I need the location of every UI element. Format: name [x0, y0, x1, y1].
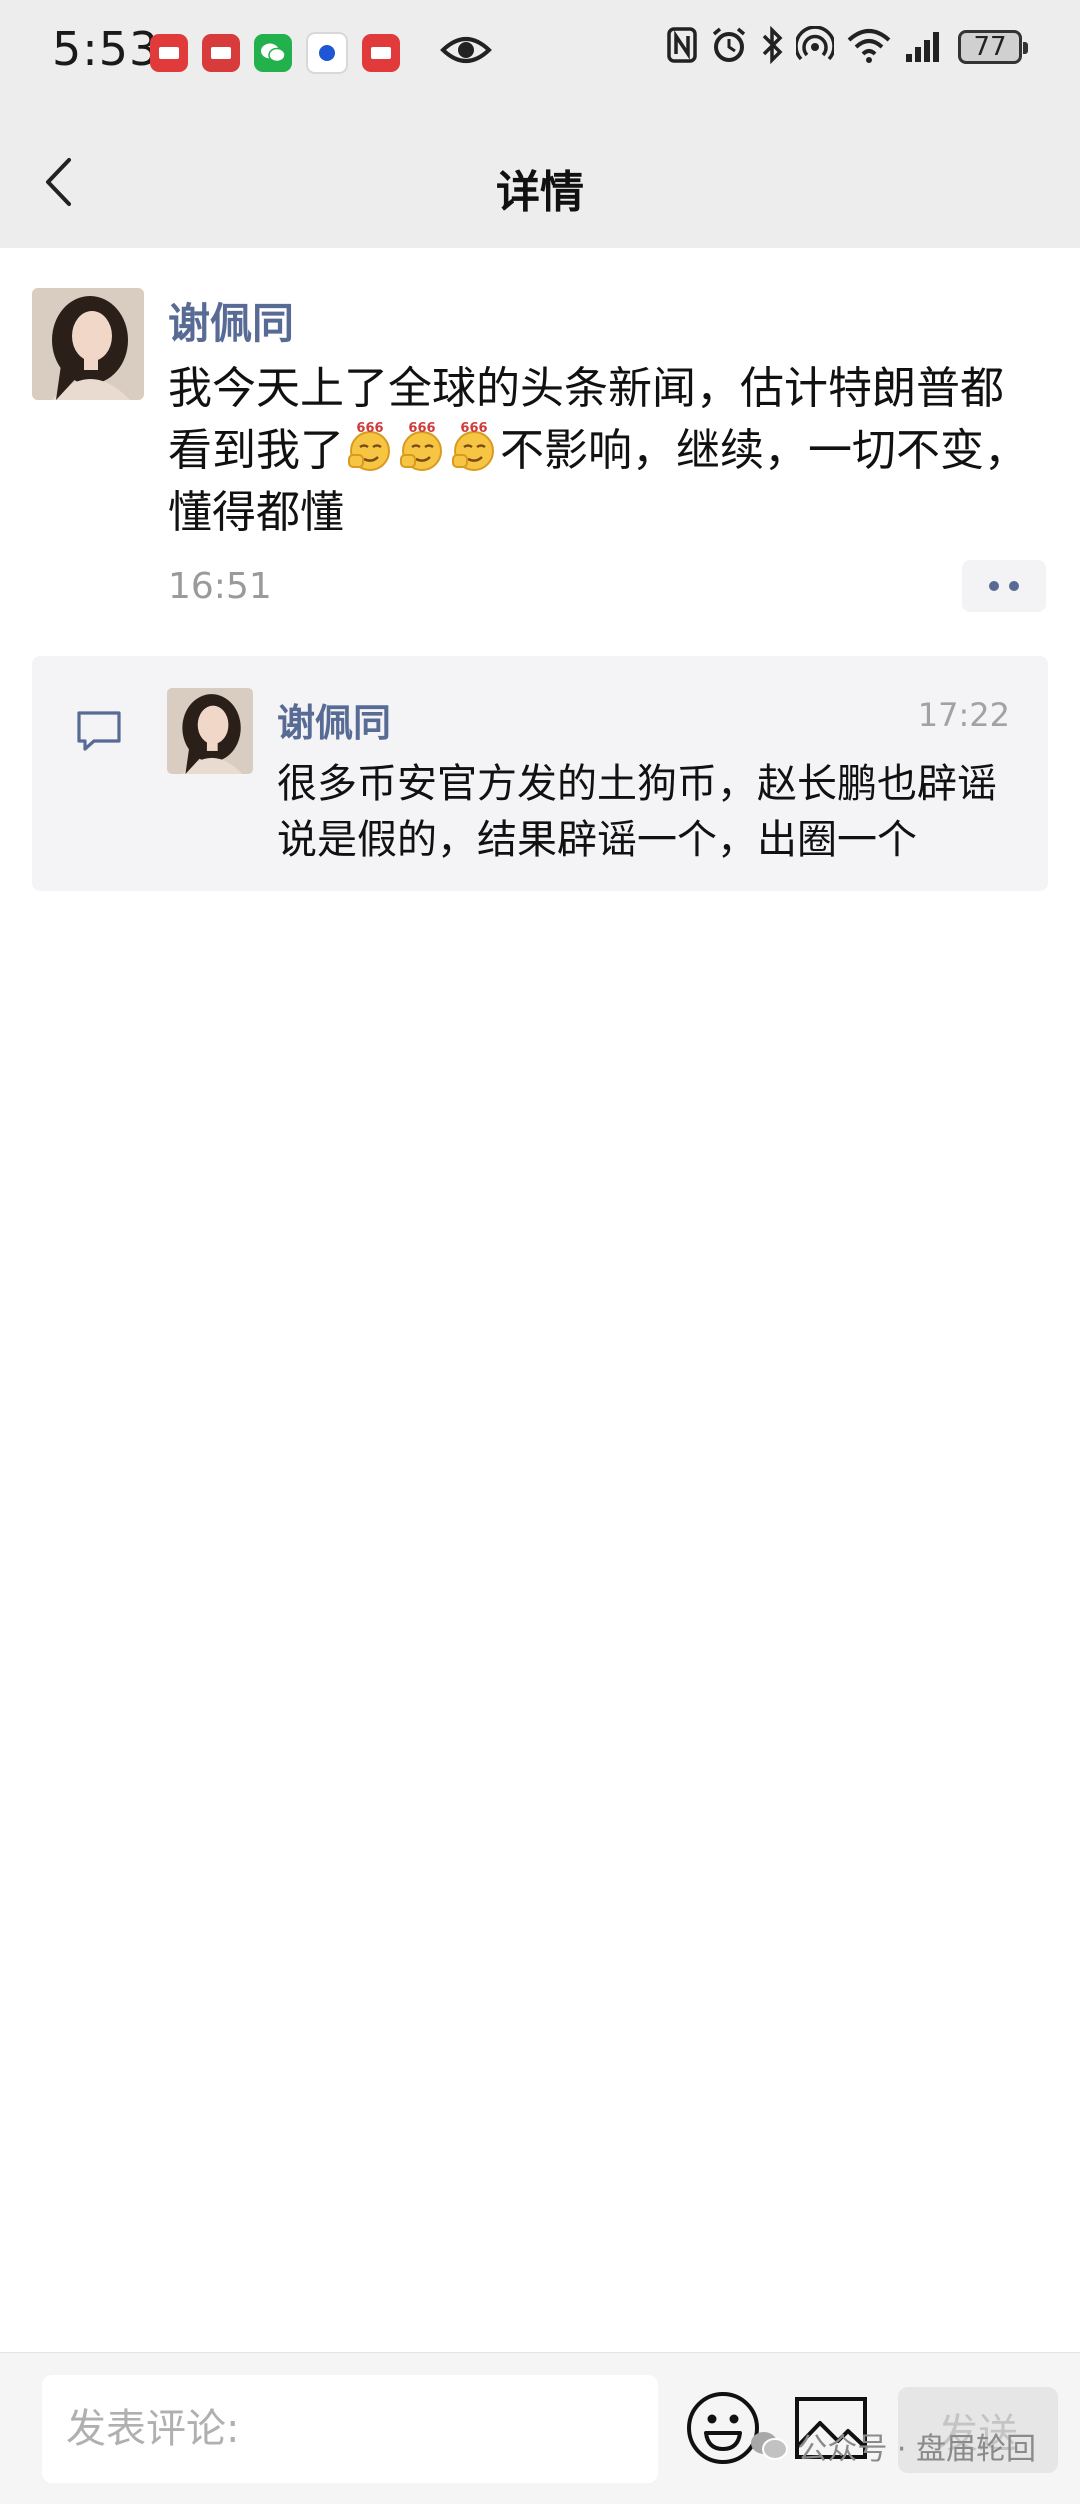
app-notification-icon [306, 32, 348, 74]
watermark: 公众号 · 盘届轮回 [749, 2424, 1036, 2468]
avatar[interactable] [32, 288, 144, 400]
emoji-label: 666 [408, 421, 435, 436]
comment-author[interactable]: 谢佩同 [277, 692, 391, 747]
notification-icons [150, 32, 400, 74]
eye-icon [440, 30, 492, 74]
status-bar: 5:53 77 [0, 0, 1080, 105]
author-name[interactable]: 谢佩同 [168, 290, 294, 351]
post-text: 我今天上了全球的头条新闻，估计特朗普都看到我了 666 666 666 不影响，继续，一… [168, 358, 1038, 544]
app-root: 5:53 77 详情 谢佩同 我今天上了全球的头条新闻，估计特朗普都看到我了 6… [0, 0, 1080, 2504]
more-options-button[interactable] [962, 560, 1046, 612]
system-icons: 77 [666, 25, 1028, 68]
header: 详情 [0, 120, 1080, 245]
battery-indicator: 77 [958, 30, 1028, 64]
wifi-icon [846, 26, 892, 68]
alarm-icon [710, 26, 748, 68]
wechat-logo-icon [751, 2432, 789, 2460]
top-area: 5:53 77 详情 [0, 0, 1080, 248]
comment-icon [74, 708, 124, 758]
watermark-text: 公众号 · 盘届轮回 [797, 2432, 1036, 2467]
comment-list: 谢佩同 17:22 很多币安官方发的土狗币，赵长鹏也辟谣说是假的，结果辟谣一个，… [32, 656, 1048, 891]
comment-time: 17:22 [917, 696, 1010, 734]
comment-avatar[interactable] [167, 688, 253, 774]
dot-icon [1009, 581, 1019, 591]
smirk-666-emoji-icon: 666 [448, 421, 500, 473]
avatar-photo-icon [32, 288, 144, 400]
avatar-photo-icon [167, 688, 253, 774]
smirk-666-emoji-icon: 666 [396, 421, 448, 473]
page-title: 详情 [496, 167, 584, 218]
post-time: 16:51 [168, 566, 272, 607]
comment-text: 很多币安官方发的土狗币，赵长鹏也辟谣说是假的，结果辟谣一个，出圈一个 [277, 761, 997, 863]
dot-icon [989, 581, 999, 591]
app-notification-icon [150, 34, 188, 72]
hotspot-icon [794, 25, 836, 68]
app-notification-icon [362, 34, 400, 72]
nfc-icon [666, 26, 698, 68]
signal-icon [904, 26, 946, 68]
smirk-666-emoji-icon: 666 [344, 421, 396, 473]
app-notification-icon [202, 34, 240, 72]
comment-input[interactable] [42, 2375, 658, 2483]
bluetooth-icon [760, 25, 784, 68]
wechat-notification-icon [254, 34, 292, 72]
status-time: 5:53 [52, 22, 160, 76]
emoji-label: 666 [356, 421, 383, 436]
emoji-label: 666 [460, 421, 487, 436]
